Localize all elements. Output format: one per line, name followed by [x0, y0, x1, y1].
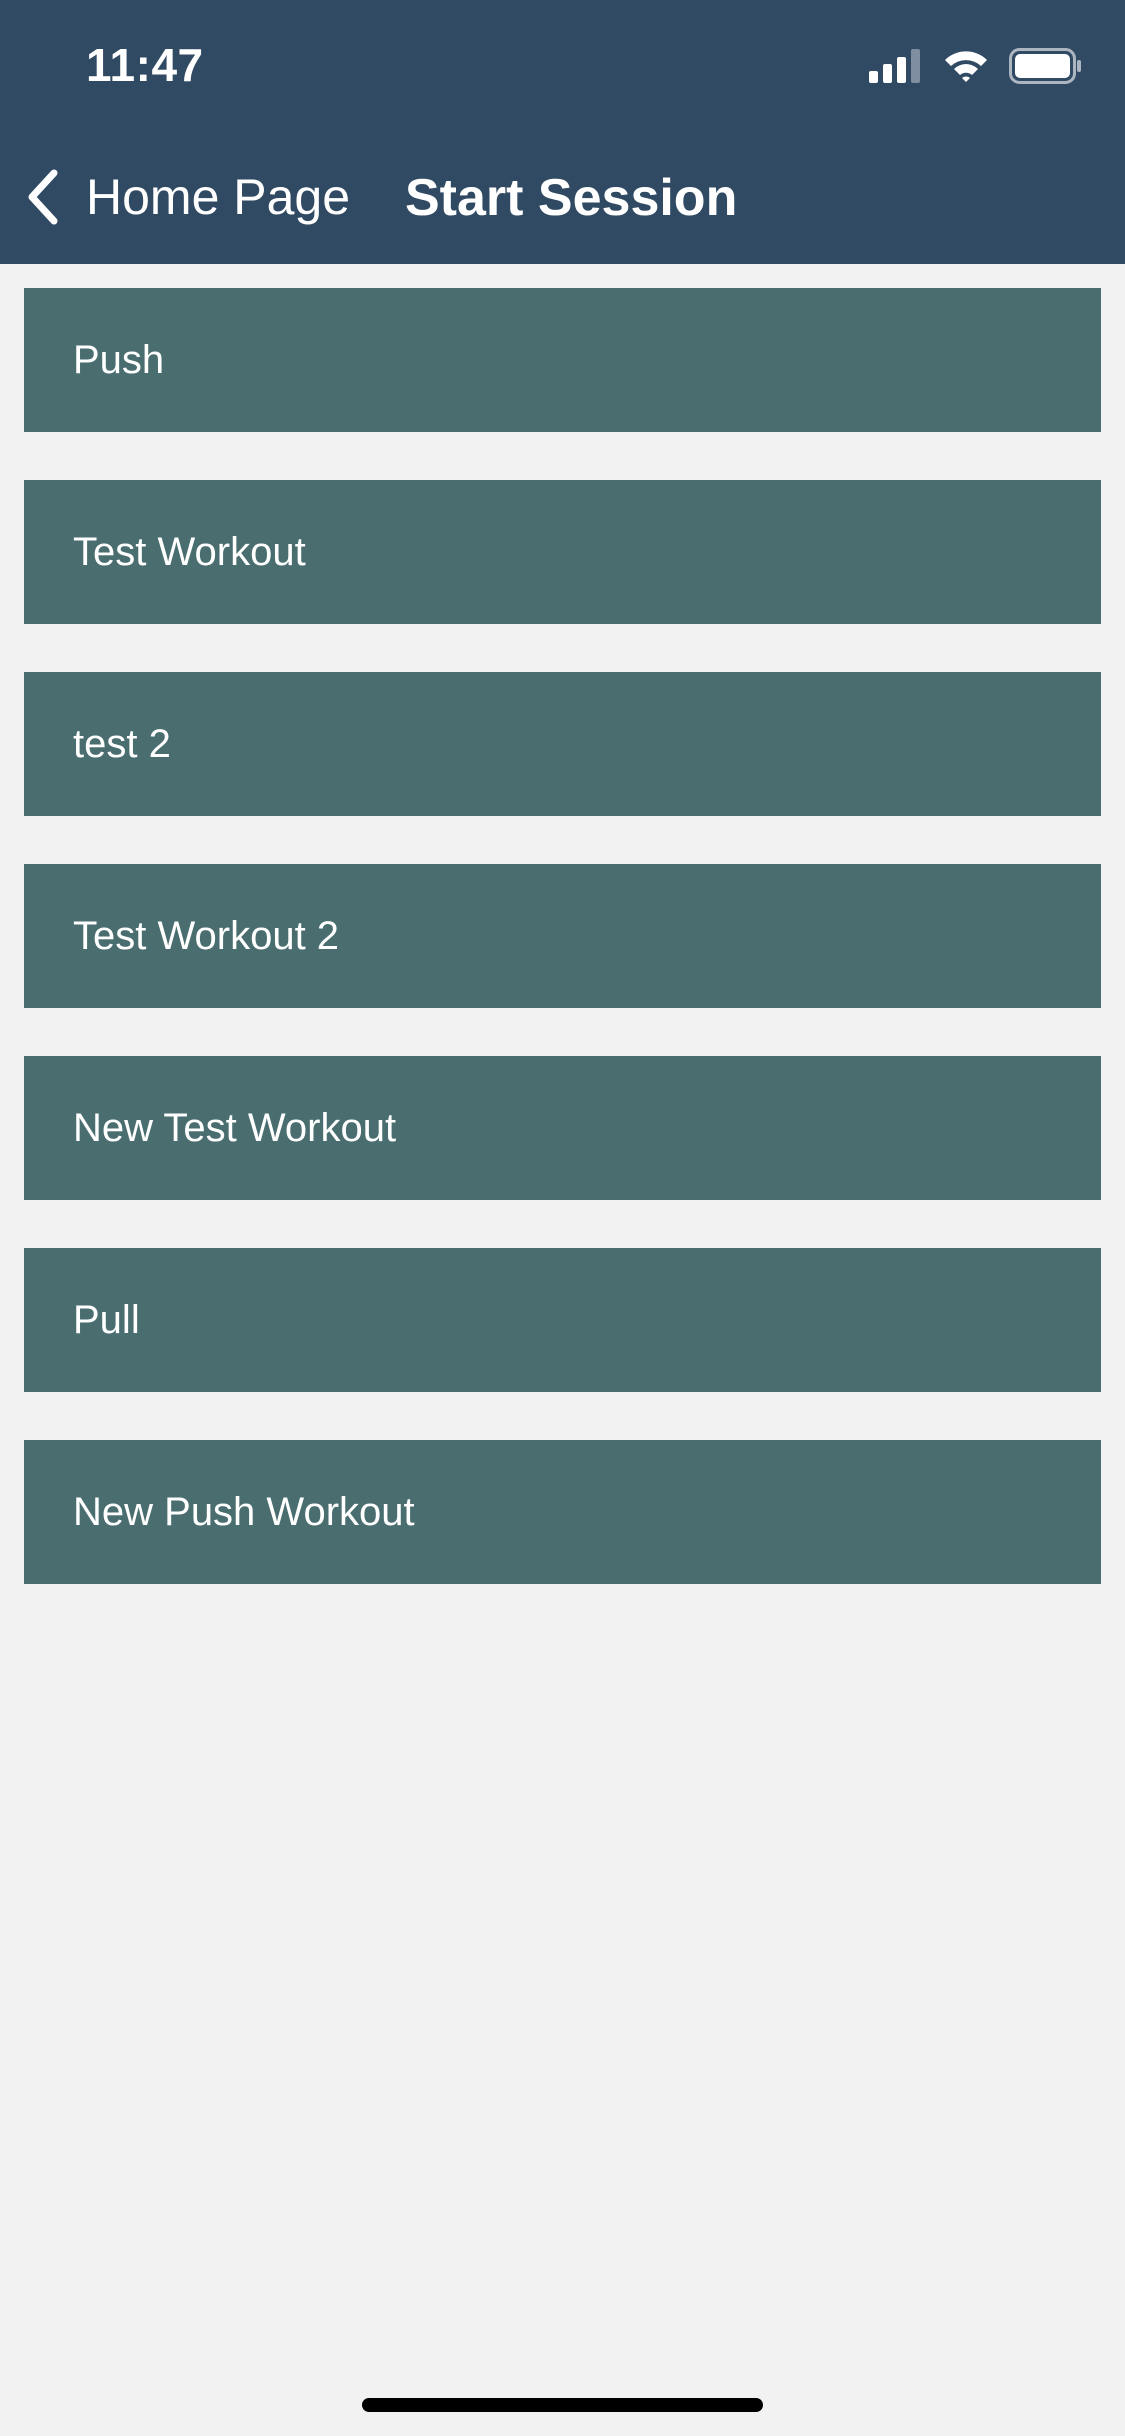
page-title: Start Session — [405, 169, 738, 227]
chevron-left-icon — [22, 167, 62, 227]
header: 11:47 Home Page Start Session — [0, 0, 1125, 264]
status-time: 11:47 — [86, 39, 204, 91]
wifi-icon — [943, 49, 989, 88]
workout-item-test-workout[interactable]: Test Workout — [24, 480, 1101, 624]
home-indicator[interactable] — [362, 2398, 763, 2412]
workout-item-pull[interactable]: Pull — [24, 1248, 1101, 1392]
workout-list: Push Test Workout test 2 Test Workout 2 … — [24, 288, 1101, 1632]
workout-item-new-test-workout[interactable]: New Test Workout — [24, 1056, 1101, 1200]
back-button[interactable]: Home Page — [22, 162, 350, 232]
back-button-label: Home Page — [86, 169, 351, 225]
workout-item-label: test 2 — [73, 721, 171, 766]
workout-item-label: Push — [73, 337, 165, 382]
workout-item-label: Test Workout 2 — [73, 913, 340, 958]
workout-item-label: Pull — [73, 1297, 140, 1342]
workout-item-label: New Push Workout — [73, 1489, 415, 1534]
cellular-signal-icon — [869, 48, 921, 88]
workout-item-test-workout-2[interactable]: Test Workout 2 — [24, 864, 1101, 1008]
navigation-bar: Home Page Start Session — [0, 132, 1125, 264]
screen: 11:47 Home Page Start Session Push Test … — [0, 0, 1125, 2436]
workout-item-label: New Test Workout — [73, 1105, 397, 1150]
workout-item-push[interactable]: Push — [24, 288, 1101, 432]
status-icons — [869, 47, 1083, 89]
battery-icon — [1009, 47, 1083, 89]
status-bar: 11:47 — [0, 0, 1125, 132]
workout-item-new-push-workout[interactable]: New Push Workout — [24, 1440, 1101, 1584]
workout-item-test-2[interactable]: test 2 — [24, 672, 1101, 816]
workout-item-label: Test Workout — [73, 529, 306, 574]
